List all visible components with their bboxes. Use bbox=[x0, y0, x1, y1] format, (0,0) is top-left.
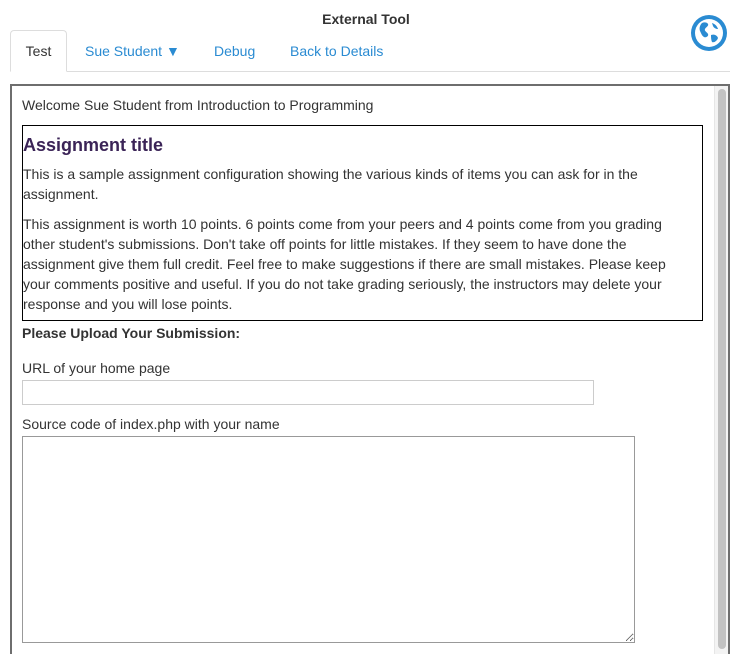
tab-bar: Test Sue Student ▼ Debug Back to Details bbox=[0, 30, 732, 72]
assignment-box: Assignment title This is a sample assign… bbox=[22, 125, 703, 321]
tab-back-to-details[interactable]: Back to Details bbox=[290, 30, 383, 72]
tool-iframe: Welcome Sue Student from Introduction to… bbox=[10, 84, 730, 654]
scroll-thumb[interactable] bbox=[718, 89, 726, 649]
code-label: Source code of index.php with your name bbox=[22, 416, 280, 432]
tool-content: Welcome Sue Student from Introduction to… bbox=[12, 86, 714, 654]
tab-debug[interactable]: Debug bbox=[214, 30, 255, 72]
title-bar: External Tool bbox=[0, 0, 732, 32]
assignment-grading-info: This assignment is worth 10 points. 6 po… bbox=[23, 216, 666, 312]
upload-heading: Please Upload Your Submission: bbox=[22, 325, 241, 341]
url-label: URL of your home page bbox=[22, 360, 171, 376]
assignment-description: This is a sample assignment configuratio… bbox=[23, 166, 638, 202]
tab-test[interactable]: Test bbox=[10, 30, 67, 72]
tab-sue-student[interactable]: Sue Student ▼ bbox=[85, 30, 180, 72]
window-title: External Tool bbox=[322, 11, 410, 27]
scrollbar[interactable] bbox=[714, 86, 728, 654]
url-input[interactable] bbox=[22, 380, 594, 405]
source-code-textarea[interactable] bbox=[22, 436, 635, 643]
welcome-message: Welcome Sue Student from Introduction to… bbox=[22, 97, 374, 113]
assignment-title: Assignment title bbox=[23, 135, 164, 155]
